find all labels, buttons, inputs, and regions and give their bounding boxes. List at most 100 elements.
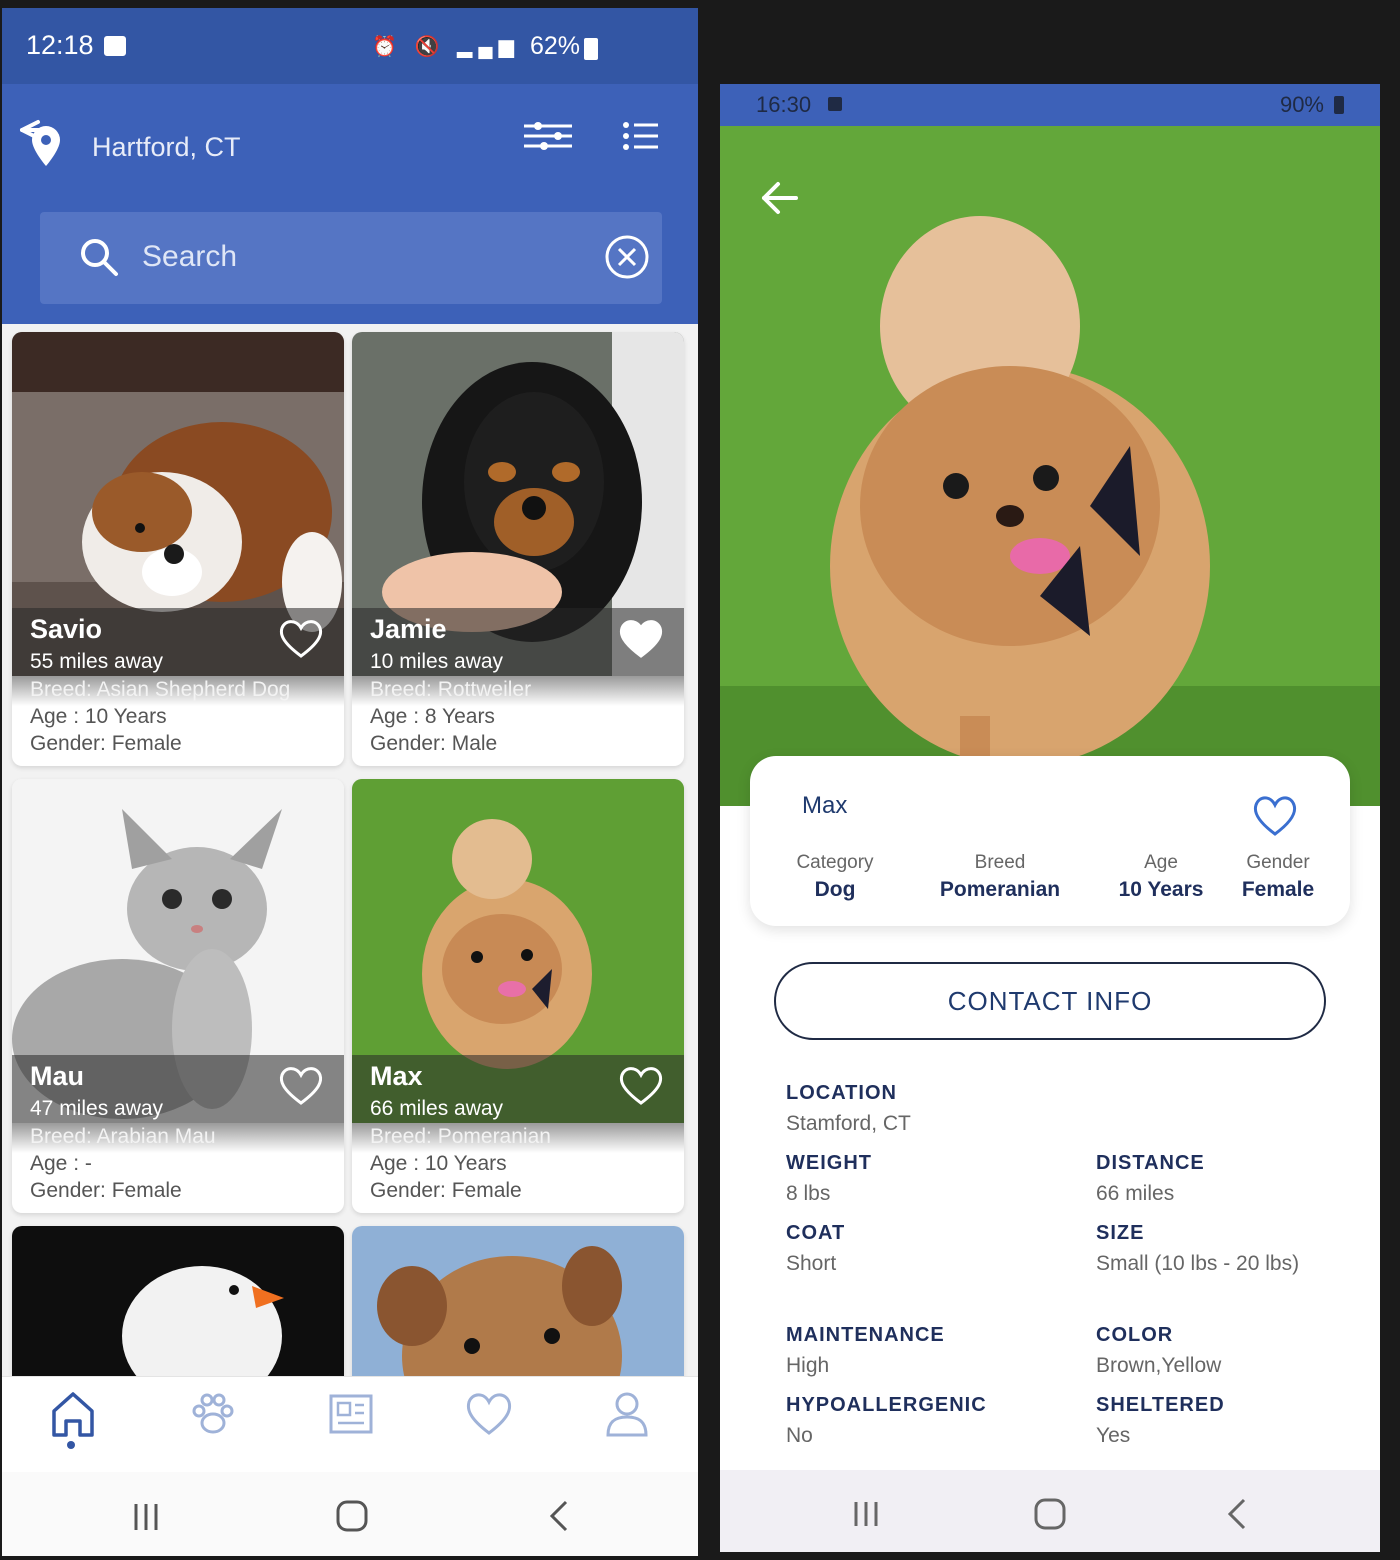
- search-icon: [81, 239, 118, 276]
- age-value: 10 Years: [1118, 878, 1204, 901]
- recent-apps-icon[interactable]: [126, 1496, 166, 1536]
- search-input[interactable]: [142, 234, 562, 280]
- coat-label: COAT: [786, 1222, 846, 1244]
- clear-search-icon[interactable]: [604, 234, 650, 280]
- pet-age: Age : -: [30, 1152, 92, 1175]
- favorite-heart-icon[interactable]: [618, 1065, 664, 1107]
- pet-gender: Gender: Female: [30, 732, 182, 755]
- pet-card-partial[interactable]: [352, 1226, 684, 1384]
- pet-card-max[interactable]: Max 66 miles away Breed: Pomeranian Age …: [352, 779, 684, 1213]
- color-value: Brown,Yellow: [1096, 1354, 1222, 1377]
- pet-summary-card: Max Category Dog Breed Pomeranian Age 10…: [750, 756, 1350, 926]
- coat-detail: COAT Short: [786, 1222, 845, 1279]
- pet-breed: Breed: Pomeranian: [370, 1125, 551, 1148]
- signal-icon: ⏰ 🔇 ▂▄▆: [372, 36, 520, 58]
- system-back-icon[interactable]: [540, 1496, 580, 1536]
- distance-detail: DISTANCE 66 miles: [1096, 1152, 1205, 1209]
- sheltered-value: Yes: [1096, 1424, 1131, 1447]
- location-label: LOCATION: [786, 1082, 897, 1104]
- pet-card-mau[interactable]: Mau 47 miles away Breed: Arabian Mau Age…: [12, 779, 344, 1213]
- pet-gender: Gender: Male: [370, 732, 498, 755]
- back-arrow-icon[interactable]: [760, 180, 800, 216]
- status-bar: 16:30 90%: [720, 84, 1380, 126]
- age-label: Age: [1144, 852, 1178, 873]
- pet-name: Mau: [30, 1061, 84, 1091]
- pet-distance: 10 miles away: [370, 650, 504, 673]
- breed-value: Pomeranian: [939, 878, 1061, 901]
- location-detail: LOCATION Stamford, CT: [786, 1082, 911, 1139]
- pet-card-partial[interactable]: [12, 1226, 344, 1384]
- system-navigation-bar: [2, 1472, 698, 1556]
- color-detail: COLOR Brown,Yellow: [1096, 1324, 1221, 1381]
- recent-apps-icon[interactable]: [846, 1494, 886, 1534]
- weight-value: 8 lbs: [786, 1182, 831, 1205]
- hypoallergenic-detail: HYPOALLERGENIC No: [786, 1394, 987, 1451]
- battery-percent: 90%: [1279, 92, 1324, 117]
- favorite-heart-icon[interactable]: [1252, 794, 1298, 838]
- favorite-heart-icon[interactable]: [278, 1065, 324, 1107]
- pet-name: Max: [802, 792, 848, 819]
- pet-detail-screen: 16:30 90% Max Category Dog Breed Pomeran…: [720, 84, 1380, 1552]
- favorite-heart-icon-filled[interactable]: [618, 618, 664, 660]
- home-icon[interactable]: [48, 1389, 98, 1439]
- status-time: 16:30: [756, 92, 812, 117]
- size-value: Small (10 lbs - 20 lbs): [1096, 1252, 1300, 1275]
- pet-breed: Breed: Arabian Mau: [30, 1125, 216, 1148]
- pet-photo: [352, 1226, 684, 1384]
- news-icon[interactable]: [326, 1389, 376, 1439]
- home-button-icon[interactable]: [332, 1496, 372, 1536]
- favorite-heart-icon[interactable]: [278, 618, 324, 660]
- app-bar: Hartford, CT: [2, 84, 698, 324]
- list-view-icon[interactable]: [622, 120, 660, 152]
- home-button-icon[interactable]: [1030, 1494, 1070, 1534]
- pet-breed: Breed: Asian Shepherd Dog: [30, 678, 291, 701]
- pet-distance: 55 miles away: [30, 650, 164, 673]
- gallery-icon: [828, 97, 842, 111]
- pet-gender: Gender: Female: [30, 1179, 182, 1202]
- color-label: COLOR: [1096, 1324, 1174, 1346]
- pet-card-savio[interactable]: Savio 55 miles away Breed: Asian Shepher…: [12, 332, 344, 766]
- pet-card-jamie[interactable]: Jamie 10 miles away Breed: Rottweiler Ag…: [352, 332, 684, 766]
- distance-label: DISTANCE: [1096, 1152, 1205, 1174]
- age-field: Age 10 Years: [1102, 852, 1220, 902]
- profile-icon[interactable]: [602, 1389, 652, 1439]
- status-indicators: ⏰ 🔇 ▂▄▆ 62%: [372, 32, 580, 61]
- pet-name: Savio: [30, 614, 103, 644]
- gallery-icon: [104, 36, 126, 56]
- maintenance-detail: MAINTENANCE High: [786, 1324, 945, 1381]
- status-time: 12:18: [26, 30, 94, 60]
- contact-info-button[interactable]: CONTACT INFO: [774, 962, 1326, 1040]
- search-bar: [40, 212, 662, 304]
- category-field: Category Dog: [780, 852, 890, 902]
- weight-detail: WEIGHT 8 lbs: [786, 1152, 872, 1209]
- distance-value: 66 miles: [1096, 1182, 1175, 1205]
- heart-icon[interactable]: [464, 1389, 514, 1439]
- pet-list-screen: 12:18 ⏰ 🔇 ▂▄▆ 62% Hartford, CT Search Sa…: [2, 8, 698, 1556]
- pet-age: Age : 10 Years: [30, 705, 167, 728]
- pet-photo: [720, 126, 1380, 806]
- location-label[interactable]: Hartford, CT: [92, 132, 241, 163]
- sheltered-detail: SHELTERED Yes: [1096, 1394, 1225, 1451]
- pet-distance: 47 miles away: [30, 1097, 164, 1120]
- battery-icon: [1334, 96, 1344, 114]
- category-value: Dog: [814, 878, 856, 901]
- paw-icon[interactable]: [188, 1389, 238, 1439]
- pet-distance: 66 miles away: [370, 1097, 504, 1120]
- filter-icon[interactable]: [522, 120, 574, 152]
- breed-label: Breed: [974, 852, 1026, 873]
- pet-photo: [12, 1226, 344, 1384]
- weight-label: WEIGHT: [786, 1152, 872, 1174]
- hypoallergenic-value: No: [786, 1424, 813, 1447]
- bottom-navigation: [2, 1376, 698, 1472]
- maintenance-label: MAINTENANCE: [786, 1324, 945, 1346]
- size-label: SIZE: [1096, 1222, 1145, 1244]
- status-bar: 12:18 ⏰ 🔇 ▂▄▆ 62%: [2, 8, 698, 84]
- size-detail: SIZE Small (10 lbs - 20 lbs): [1096, 1222, 1326, 1279]
- pet-breed: Breed: Rottweiler: [370, 678, 532, 701]
- gender-value: Female: [1241, 878, 1315, 901]
- back-location-icon[interactable]: [16, 114, 64, 170]
- pet-gender: Gender: Female: [370, 1179, 522, 1202]
- battery-icon: [584, 38, 598, 60]
- sheltered-label: SHELTERED: [1096, 1394, 1225, 1416]
- system-back-icon[interactable]: [1218, 1494, 1258, 1534]
